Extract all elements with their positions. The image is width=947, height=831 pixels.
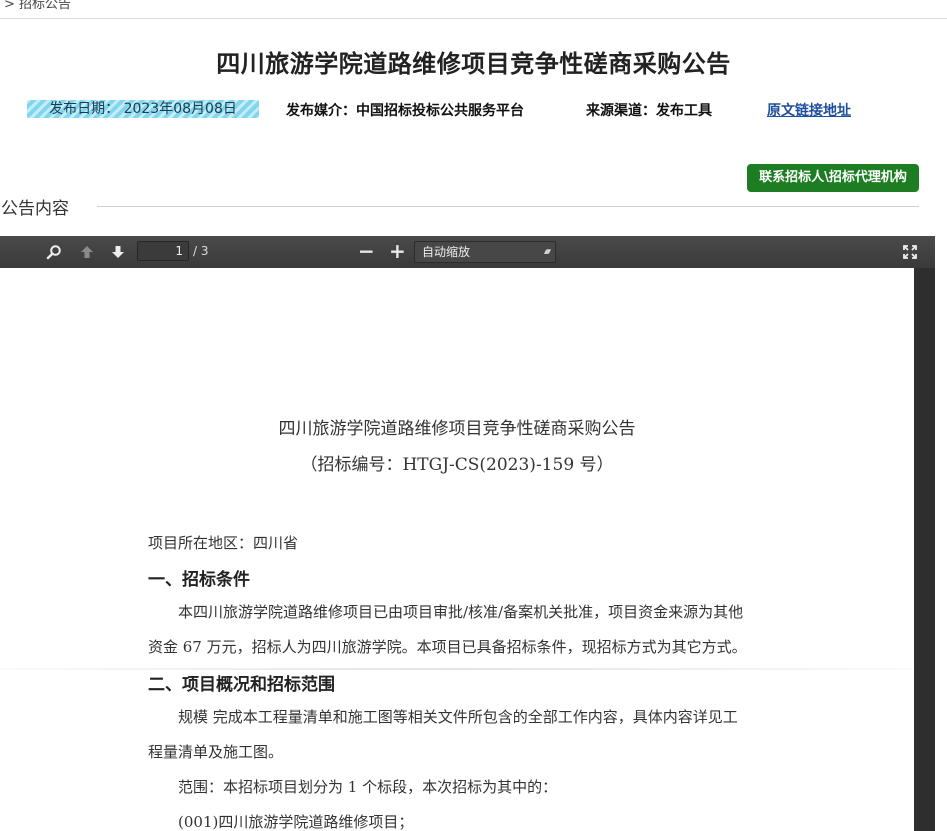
page-title: 四川旅游学院道路维修项目竞争性磋商采购公告: [216, 50, 731, 78]
doc-code: （招标编号：HTGJ-CS(2023)-159 号）: [300, 455, 614, 475]
doc-paragraph: 程量清单及施工图。: [148, 743, 284, 761]
doc-paragraph: 本四川旅游学院道路维修项目已由项目审批/核准/备案机关批准，项目资金来源为其他: [178, 603, 744, 621]
pdf-scrollbar[interactable]: [914, 268, 935, 831]
publish-date: 发布日期： 2023年08月08日: [27, 100, 259, 118]
doc-paragraph: (001)四川旅游学院道路维修项目；: [178, 813, 414, 831]
doc-title: 四川旅游学院道路维修项目竞争性磋商采购公告: [278, 419, 636, 439]
scan-streak: [0, 668, 914, 670]
previous-page-icon[interactable]: [77, 242, 97, 262]
source-channel: 来源渠道：发布工具: [586, 103, 712, 119]
zoom-select[interactable]: 自动缩放 ▴▾: [414, 241, 556, 263]
doc-heading-2: 二、项目概况和招标范围: [148, 675, 335, 695]
pdf-viewer: 1 / 3 − + 自动缩放 ▴▾ 四川旅游学院道路维修项目竞争性磋商采购公告 …: [0, 236, 935, 831]
section-label: 公告内容: [1, 199, 69, 219]
search-icon[interactable]: [44, 242, 64, 262]
page-number-input[interactable]: 1: [137, 241, 189, 261]
publish-media: 发布媒介：中国招标投标公共服务平台: [286, 103, 524, 119]
top-divider: [0, 18, 947, 19]
contact-tenderer-button[interactable]: 联系招标人\招标代理机构: [747, 164, 919, 192]
pdf-toolbar: 1 / 3 − + 自动缩放 ▴▾: [0, 236, 935, 269]
select-arrows-icon: ▴▾: [543, 247, 551, 257]
section-divider: [97, 206, 919, 207]
zoom-out-button[interactable]: −: [358, 240, 375, 262]
doc-region: 项目所在地区：四川省: [148, 534, 299, 552]
doc-paragraph: 规模 完成本工程量清单和施工图等相关文件所包含的全部工作内容，具体内容详见工: [178, 708, 738, 726]
doc-heading-1: 一、招标条件: [148, 570, 250, 590]
next-page-icon[interactable]: [108, 242, 128, 262]
original-link[interactable]: 原文链接地址: [767, 100, 851, 120]
presentation-mode-icon[interactable]: [900, 242, 920, 262]
doc-paragraph: 范围：本招标项目划分为 1 个标段，本次招标为其中的：: [178, 778, 558, 796]
doc-paragraph: 资金 67 万元，招标人为四川旅游学院。本项目已具备招标条件，现招标方式为其它方…: [148, 638, 747, 656]
zoom-select-value: 自动缩放: [422, 245, 471, 259]
page-total: / 3: [193, 244, 209, 258]
zoom-in-button[interactable]: +: [389, 240, 406, 262]
pdf-page: 四川旅游学院道路维修项目竞争性磋商采购公告 （招标编号：HTGJ-CS(2023…: [0, 268, 935, 831]
breadcrumb[interactable]: > 招标公告: [4, 0, 71, 12]
